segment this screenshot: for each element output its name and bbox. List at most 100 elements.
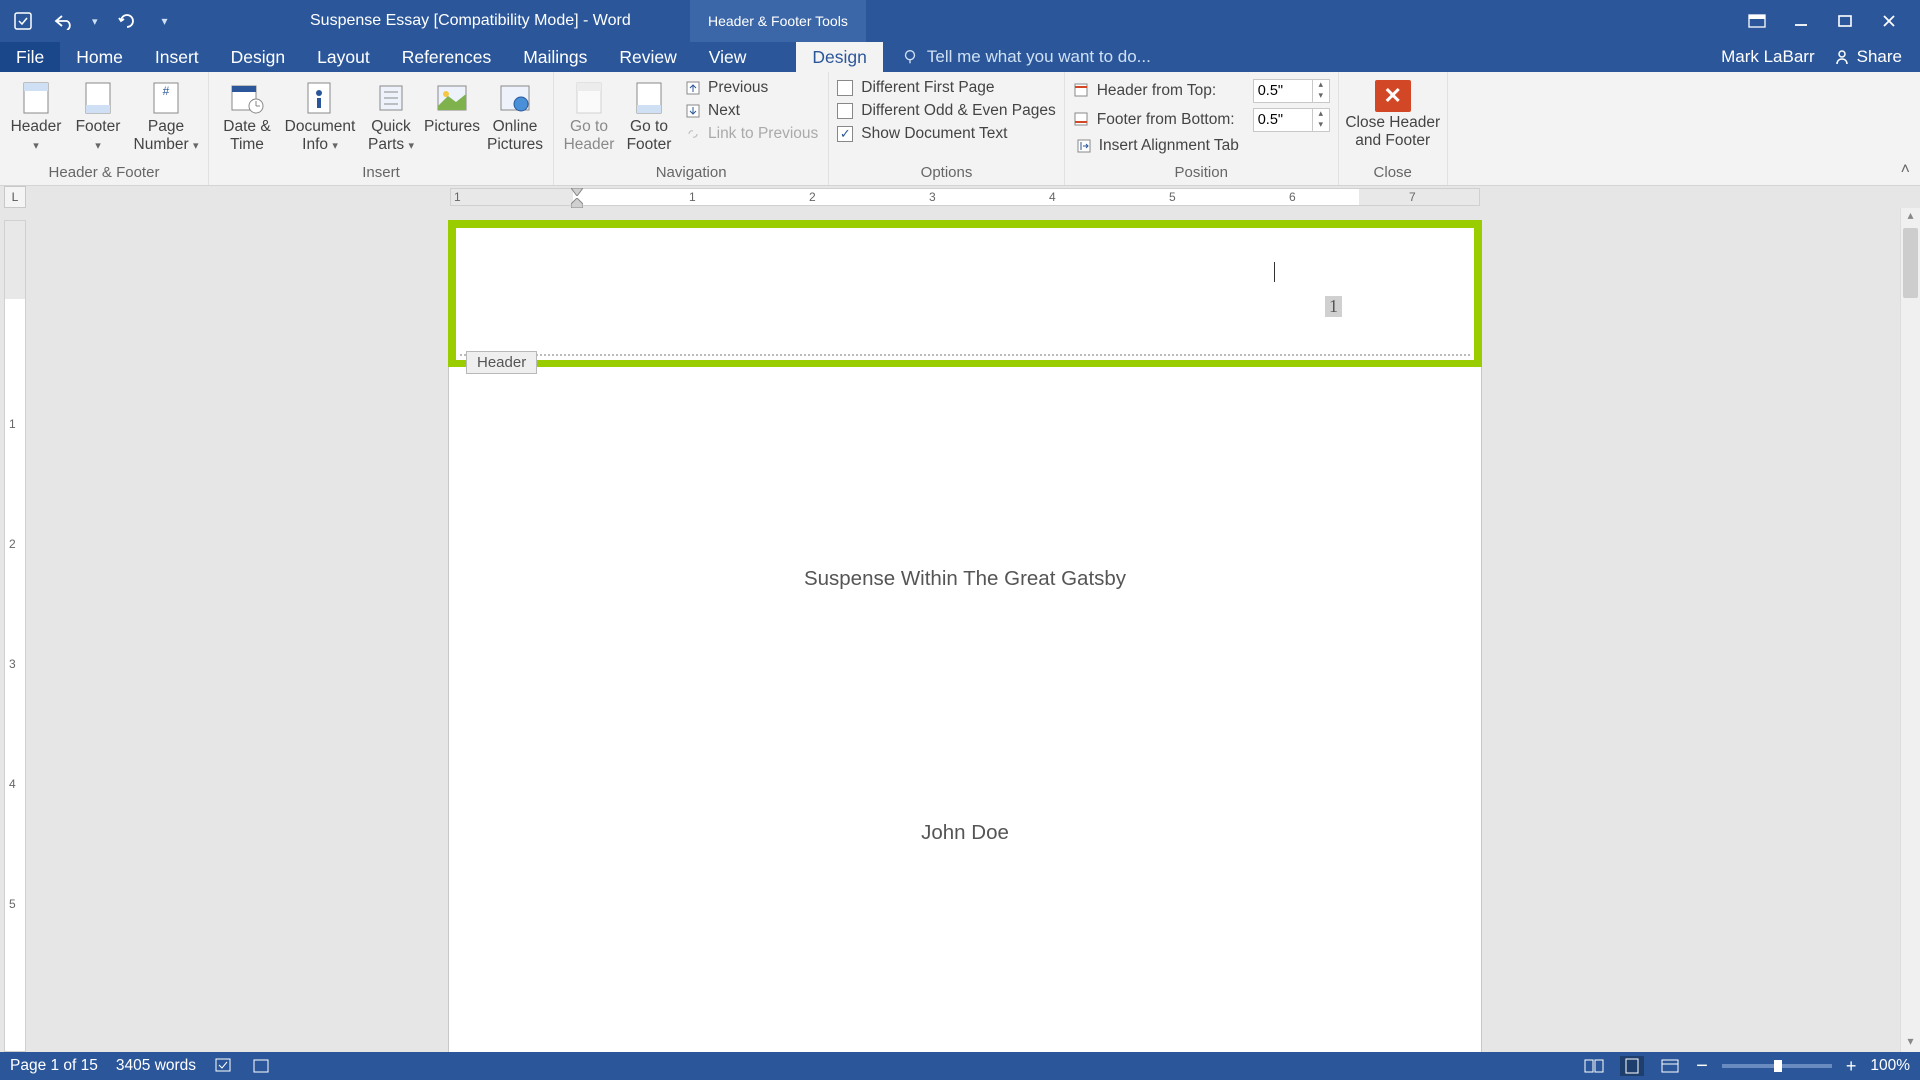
- ribbon-display-icon[interactable]: [1746, 10, 1768, 32]
- previous-icon: [684, 79, 702, 97]
- group-label: Options: [835, 162, 1057, 185]
- tell-me-search[interactable]: Tell me what you want to do...: [883, 42, 1151, 72]
- chevron-down-icon: ▾: [332, 140, 338, 152]
- page-number-field[interactable]: 1: [1325, 296, 1342, 317]
- footer-bottom-input[interactable]: ▴▾: [1253, 108, 1330, 132]
- statusbar: Page 1 of 15 3405 words − + 100%: [0, 1052, 1920, 1080]
- goto-footer-icon: [629, 80, 669, 116]
- autosave-icon[interactable]: [12, 10, 34, 32]
- goto-header-button[interactable]: Go to Header: [560, 76, 618, 154]
- close-icon[interactable]: [1878, 10, 1900, 32]
- close-header-footer-button[interactable]: ✕ Close Headerand Footer: [1345, 76, 1441, 150]
- document-area: 1 2 3 4 5 1 Header Suspense Within The G…: [0, 208, 1920, 1052]
- quick-parts-icon: [371, 80, 411, 116]
- spin-down-icon[interactable]: ▾: [1313, 91, 1329, 102]
- undo-dropdown-icon[interactable]: ▾: [92, 15, 98, 28]
- chevron-down-icon: ▾: [193, 140, 199, 152]
- undo-icon[interactable]: [52, 10, 74, 32]
- vertical-scrollbar[interactable]: ▴ ▾: [1900, 208, 1920, 1052]
- spin-down-icon[interactable]: ▾: [1313, 120, 1329, 131]
- group-label: Insert: [215, 162, 547, 185]
- chevron-down-icon: ▾: [408, 140, 414, 152]
- header-region-label: Header: [466, 351, 537, 374]
- tab-context-design[interactable]: Design: [796, 42, 882, 72]
- header-button[interactable]: Header▾: [6, 76, 66, 154]
- link-previous-button[interactable]: Link to Previous: [680, 124, 822, 144]
- tab-references[interactable]: References: [386, 42, 508, 72]
- document-body: Suspense Within The Great Gatsby John Do…: [449, 367, 1481, 845]
- tab-insert[interactable]: Insert: [139, 42, 215, 72]
- previous-button[interactable]: Previous: [680, 78, 822, 98]
- lightbulb-icon: [901, 48, 919, 66]
- tab-design[interactable]: Design: [215, 42, 301, 72]
- chevron-down-icon: ▾: [33, 140, 39, 152]
- word-count[interactable]: 3405 words: [116, 1057, 196, 1075]
- document-info-button[interactable]: Document Info ▾: [281, 76, 359, 154]
- goto-header-icon: [569, 80, 609, 116]
- next-icon: [684, 102, 702, 120]
- hanging-indent-icon[interactable]: [571, 198, 583, 208]
- tab-file[interactable]: File: [0, 42, 60, 72]
- pictures-button[interactable]: Pictures: [423, 76, 481, 136]
- spell-check-icon[interactable]: [214, 1057, 234, 1075]
- tab-layout[interactable]: Layout: [301, 42, 386, 72]
- doc-author: John Doe: [449, 821, 1481, 845]
- page-indicator[interactable]: Page 1 of 15: [10, 1057, 98, 1075]
- checkbox-checked-icon: ✓: [837, 126, 853, 142]
- different-odd-even-checkbox[interactable]: Different Odd & Even Pages: [835, 101, 1057, 121]
- footer-button[interactable]: Footer▾: [68, 76, 128, 154]
- read-mode-icon[interactable]: [1582, 1056, 1606, 1076]
- header-top-input[interactable]: ▴▾: [1253, 79, 1330, 103]
- next-button[interactable]: Next: [680, 101, 822, 121]
- scroll-down-icon[interactable]: ▾: [1901, 1034, 1920, 1052]
- header-region[interactable]: 1 Header: [460, 232, 1470, 356]
- ruler-row: L 1 1 2 3 4 5 6 7: [0, 186, 1920, 208]
- svg-text:#: #: [163, 84, 170, 98]
- qat-customize-icon[interactable]: ▾: [162, 14, 168, 28]
- different-first-page-checkbox[interactable]: Different First Page: [835, 78, 1057, 98]
- checkbox-icon: [837, 103, 853, 119]
- scroll-up-icon[interactable]: ▴: [1901, 208, 1920, 226]
- footer-bottom-label: Footer from Bottom:: [1097, 111, 1247, 129]
- show-document-text-checkbox[interactable]: ✓ Show Document Text: [835, 124, 1057, 144]
- date-time-button[interactable]: Date & Time: [215, 76, 279, 154]
- align-tab-icon: [1075, 137, 1093, 155]
- chevron-down-icon: ▾: [95, 140, 101, 152]
- insert-alignment-tab-button[interactable]: Insert Alignment Tab: [1071, 136, 1332, 156]
- tab-view[interactable]: View: [693, 42, 763, 72]
- text-cursor: [1274, 262, 1275, 282]
- tab-selector[interactable]: L: [4, 186, 26, 208]
- zoom-slider[interactable]: [1722, 1064, 1832, 1068]
- redo-icon[interactable]: [116, 10, 138, 32]
- checkbox-icon: [837, 80, 853, 96]
- first-line-indent-icon[interactable]: [571, 188, 583, 196]
- quick-parts-button[interactable]: Quick Parts ▾: [361, 76, 421, 154]
- footer-bottom-icon: [1073, 111, 1091, 129]
- maximize-icon[interactable]: [1834, 10, 1856, 32]
- window-title: Suspense Essay [Compatibility Mode] - Wo…: [310, 12, 631, 30]
- collapse-ribbon-icon[interactable]: ˄: [1901, 161, 1910, 179]
- zoom-out-icon[interactable]: −: [1696, 1060, 1708, 1072]
- scrollbar-thumb[interactable]: [1903, 228, 1918, 298]
- ribbon: Header▾ Footer▾ # Page Number ▾ Header &…: [0, 72, 1920, 186]
- user-name[interactable]: Mark LaBarr: [1721, 47, 1815, 67]
- goto-footer-button[interactable]: Go to Footer: [620, 76, 678, 154]
- tab-home[interactable]: Home: [60, 42, 139, 72]
- macro-icon[interactable]: [252, 1058, 270, 1074]
- horizontal-ruler[interactable]: 1 1 2 3 4 5 6 7: [450, 188, 1480, 206]
- page-number-button[interactable]: # Page Number ▾: [130, 76, 202, 154]
- print-layout-icon[interactable]: [1620, 1056, 1644, 1076]
- zoom-level[interactable]: 100%: [1870, 1057, 1910, 1075]
- minimize-icon[interactable]: [1790, 10, 1812, 32]
- tab-review[interactable]: Review: [603, 42, 692, 72]
- zoom-in-icon[interactable]: +: [1846, 1060, 1857, 1072]
- group-label: Header & Footer: [6, 162, 202, 185]
- document-page[interactable]: Suspense Within The Great Gatsby John Do…: [448, 367, 1482, 1052]
- pictures-icon: [432, 80, 472, 116]
- tab-mailings[interactable]: Mailings: [507, 42, 603, 72]
- page-number-icon: #: [146, 80, 186, 116]
- web-layout-icon[interactable]: [1658, 1056, 1682, 1076]
- online-pictures-button[interactable]: Online Pictures: [483, 76, 547, 154]
- share-button[interactable]: Share: [1833, 47, 1902, 67]
- vertical-ruler[interactable]: 1 2 3 4 5: [4, 220, 26, 1052]
